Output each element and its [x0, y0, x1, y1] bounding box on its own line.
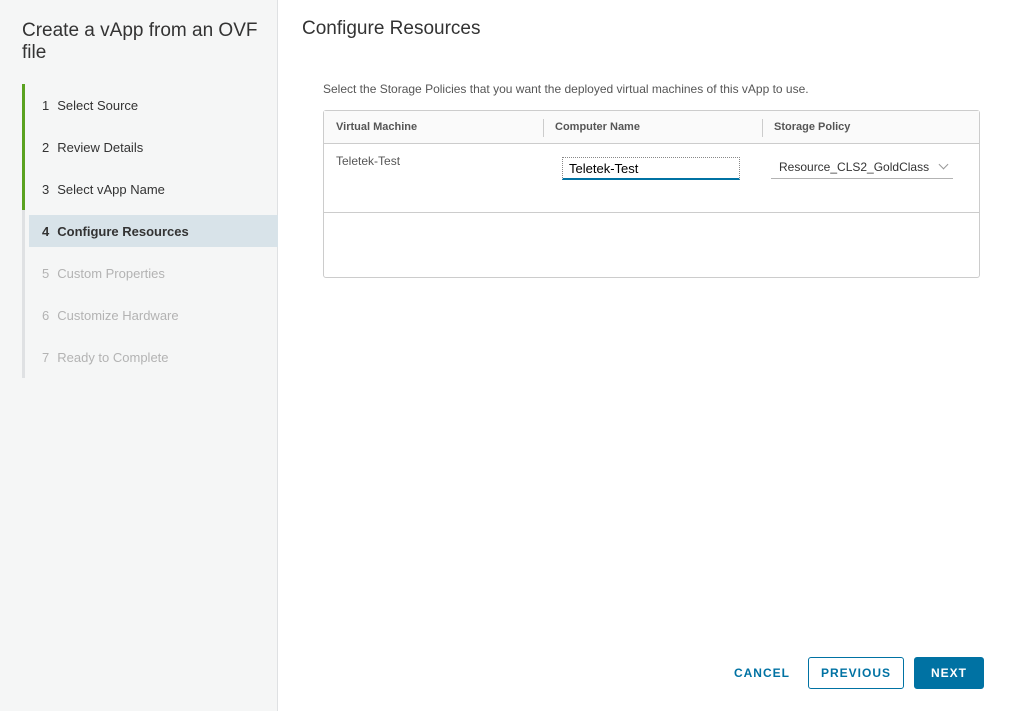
step-number: 6: [42, 307, 50, 323]
step-label: Select vApp Name: [57, 181, 165, 197]
step-label: Custom Properties: [57, 265, 165, 281]
step-ready-to-complete: 7 Ready to Complete: [22, 336, 278, 378]
step-number: 4: [42, 223, 50, 239]
step-number: 3: [42, 181, 50, 197]
cancel-button[interactable]: CANCEL: [726, 657, 798, 689]
step-number: 5: [42, 265, 50, 281]
instructions-text: Select the Storage Policies that you wan…: [323, 82, 809, 96]
table-row: Teletek-Test Resource_CLS2_GoldClass: [324, 144, 979, 213]
grid-header: Virtual Machine Computer Name Storage Po…: [324, 111, 979, 144]
step-progress-bar: [22, 126, 25, 168]
step-label: Select Source: [57, 97, 139, 113]
storage-policy-cell: Resource_CLS2_GoldClass: [762, 144, 979, 212]
wizard-sidebar: Create a vApp from an OVF file 1 Select …: [0, 0, 278, 711]
computer-name-cell: [543, 144, 762, 212]
column-header-virtual-machine[interactable]: Virtual Machine: [324, 111, 543, 143]
step-review-details[interactable]: 2 Review Details: [22, 126, 278, 168]
step-label: Customize Hardware: [57, 307, 179, 323]
wizard-content: Configure Resources Select the Storage P…: [278, 0, 1024, 711]
step-number: 7: [42, 349, 50, 365]
step-select-source[interactable]: 1 Select Source: [22, 84, 278, 126]
step-configure-resources[interactable]: 4 Configure Resources: [22, 210, 278, 252]
step-progress-bar: [22, 336, 25, 378]
step-progress-bar: [22, 84, 25, 126]
storage-policy-select[interactable]: Resource_CLS2_GoldClass: [771, 155, 953, 179]
step-select-vapp-name[interactable]: 3 Select vApp Name: [22, 168, 278, 210]
wizard-footer: CANCEL PREVIOUS NEXT: [726, 657, 984, 689]
step-number: 2: [42, 139, 50, 155]
step-label: Configure Resources: [57, 223, 189, 239]
wizard-title: Create a vApp from an OVF file: [22, 20, 258, 63]
step-progress-bar: [22, 168, 25, 210]
column-header-storage-policy[interactable]: Storage Policy: [762, 111, 979, 143]
step-label: Review Details: [57, 139, 144, 155]
wizard-steps: 1 Select Source 2 Review Details 3 Selec…: [22, 84, 278, 378]
step-label: Ready to Complete: [57, 349, 169, 365]
column-header-computer-name[interactable]: Computer Name: [543, 111, 762, 143]
previous-button[interactable]: PREVIOUS: [807, 657, 904, 689]
step-customize-hardware: 6 Customize Hardware: [22, 294, 278, 336]
storage-policy-value: Resource_CLS2_GoldClass: [779, 159, 930, 174]
step-progress-bar: [22, 210, 25, 252]
page-title: Configure Resources: [302, 18, 481, 39]
step-custom-properties: 5 Custom Properties: [22, 252, 278, 294]
resources-grid: Virtual Machine Computer Name Storage Po…: [323, 110, 980, 278]
step-progress-bar: [22, 252, 25, 294]
vm-name-cell: Teletek-Test: [336, 154, 401, 168]
step-progress-bar: [22, 294, 25, 336]
step-number: 1: [42, 97, 50, 113]
next-button[interactable]: NEXT: [913, 657, 984, 689]
computer-name-input[interactable]: [562, 157, 740, 180]
chevron-down-icon: [938, 159, 949, 170]
